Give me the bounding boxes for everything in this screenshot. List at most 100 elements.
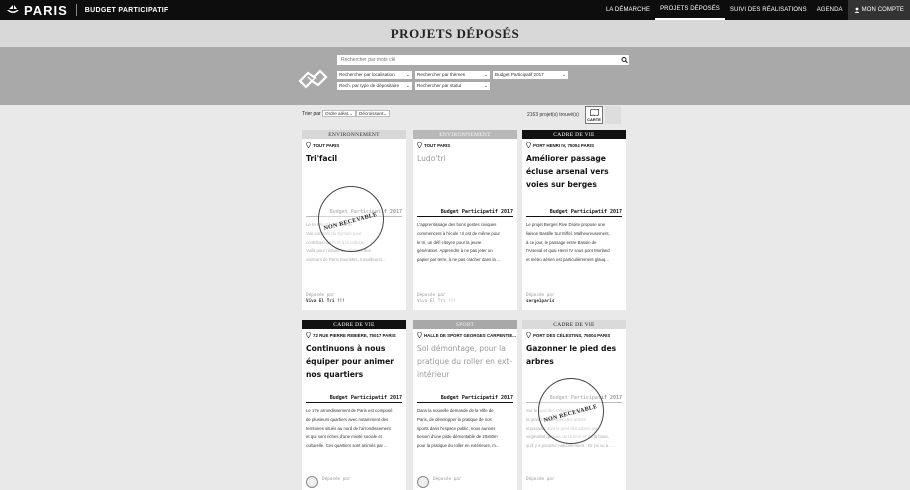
card-description-line: Le 17e arrondissement de Paris est compo… — [306, 408, 393, 413]
card-deposed-label: Déposée par — [526, 477, 555, 482]
results-count: 2163 projet(s) trouvé(s) — [527, 112, 579, 118]
card-location-text: PORT HENRI IV, 75004 PARIS — [533, 142, 595, 148]
nav-agenda[interactable]: AGENDA — [812, 0, 848, 20]
map-view-label: CARTE — [587, 116, 601, 122]
card-location: TOUT PARIS — [302, 139, 406, 148]
card-category: SPORT — [413, 320, 517, 329]
card-deposed: Déposée par — [433, 477, 461, 483]
card-location: TOUT PARIS — [413, 139, 517, 148]
card-category: CADRE DE VIE — [302, 320, 406, 329]
card-location: HALLE DE SPORT GEORGES CARPENTIE... — [413, 329, 517, 338]
card-deposed-label: Déposée par — [433, 477, 462, 482]
non-recevable-stamp: NON RECEVABLE — [538, 378, 604, 444]
card-description-line: liaison Bastille Sur Eiffel. Malheureuse… — [526, 230, 610, 236]
card-description-line: génération. Apprendre à ne pas jeter un — [417, 248, 493, 254]
search-icon[interactable] — [620, 55, 629, 65]
card-deposed-author[interactable]: Viva El Tri !!! — [417, 299, 456, 305]
chevron-down-icon: ⌄ — [405, 72, 410, 78]
nav-mon-compte-label: MON COMPTE — [861, 7, 904, 13]
card-category: CADRE DE VIE — [522, 320, 626, 329]
card-location: PORT DES CÉLESTINS, 75004 PARIS — [522, 329, 626, 338]
avatar[interactable] — [306, 476, 318, 488]
card-description-line: visiteurs de Paris (touristes, travaille… — [306, 257, 386, 263]
location-pin-icon — [306, 332, 311, 338]
card-title[interactable]: Ludo'tri — [413, 148, 517, 165]
sort-direction-value: Décroissant — [359, 111, 384, 116]
page-title: PROJETS DÉPOSÉS — [390, 25, 520, 41]
card-title[interactable]: Améliorer passage écluse arsenal vers vo… — [522, 148, 626, 191]
paris-logo[interactable]: PARIS — [0, 0, 68, 20]
card-deposed: Déposée par Viva El Tri !!! — [306, 293, 345, 305]
nav-la-demarche[interactable]: LA DÉMARCHE — [601, 0, 655, 20]
card-title[interactable]: Continuons à nous équiper pour animer no… — [302, 338, 406, 381]
filter-depositaire-label: Rech. par type de dépositaire — [339, 83, 400, 88]
map-view-button[interactable]: CARTE — [585, 106, 603, 124]
project-card[interactable]: CADRE DE VIE PORT HENRI IV, 75004 PARIS … — [522, 130, 626, 310]
filter-statut[interactable]: Rechercher par statut ⌄ — [415, 82, 490, 90]
card-deposed: Déposée par — [322, 477, 350, 483]
card-description-line: L'apprentissage des bons gestes civiques — [417, 222, 497, 227]
card-description-line: pour la pratique du roller en extérieure… — [417, 443, 500, 449]
card-description: Le projet Berges Rive Droite propose une… — [526, 221, 622, 265]
card-deposed-author[interactable]: serge1paris — [526, 299, 554, 305]
location-pin-icon — [526, 332, 531, 338]
nav-projets-deposes[interactable]: PROJETS DÉPOSÉS — [655, 0, 725, 20]
search-input[interactable] — [337, 55, 629, 65]
site-name[interactable]: BUDGET PARTICIPATIF — [85, 7, 169, 14]
card-title[interactable]: Tri'facil — [302, 148, 406, 165]
card-category: CADRE DE VIE — [522, 130, 626, 139]
card-description-line: à ce jour, le passage entre Bassin de — [526, 239, 597, 245]
card-description-line: Paris, de développer la pratique de nos — [417, 416, 492, 422]
stamp-text: NON RECEVABLE — [543, 403, 599, 425]
location-pin-icon — [417, 142, 422, 148]
card-description: Le 17e arrondissement de Paris est compo… — [306, 407, 402, 451]
card-description-line: l'Arsenal et quai Henri IV sous pont Mor… — [526, 248, 610, 254]
card-budget: Budget Participatif 2017 — [417, 209, 513, 217]
chevron-down-icon: ⌄ — [483, 83, 488, 89]
card-location-text: 72 RUE PIERRE REBIÈRE, 75017 PARIS — [313, 332, 396, 338]
project-card[interactable]: CADRE DE VIE 72 RUE PIERRE REBIÈRE, 7501… — [302, 320, 406, 490]
sort-order-select[interactable]: Ordre aléat.⌄ — [322, 110, 357, 117]
location-pin-icon — [306, 142, 311, 148]
sort-direction-select[interactable]: Décroissant⌄ — [356, 110, 391, 117]
budget-participatif-logo-icon — [298, 69, 328, 89]
card-description: L'apprentissage des bons gestes civiques… — [417, 221, 513, 265]
filter-depositaire[interactable]: Rech. par type de dépositaire ⌄ — [337, 82, 412, 90]
card-location-text: TOUT PARIS — [424, 142, 451, 148]
card-title[interactable]: Gazonner le pied des arbres — [522, 338, 626, 368]
card-category: ENVIRONNEMENT — [413, 130, 517, 139]
card-deposed-author[interactable]: Viva El Tri !!! — [306, 299, 345, 305]
sort-order-value: Ordre aléat. — [325, 111, 350, 116]
avatar[interactable] — [417, 476, 429, 488]
list-view-button[interactable] — [605, 106, 621, 124]
project-card[interactable]: ENVIRONNEMENT TOUT PARIS Tri'facil Budge… — [302, 130, 406, 310]
card-deposed: Déposée par Viva El Tri !!! — [417, 293, 456, 305]
project-card[interactable]: ENVIRONNEMENT TOUT PARIS Ludo'tri Budget… — [413, 130, 517, 310]
filter-localisation[interactable]: Rechercher par localisation ⌄ — [337, 71, 412, 79]
project-card[interactable]: SPORT HALLE DE SPORT GEORGES CARPENTIE..… — [413, 320, 517, 490]
filter-themes[interactable]: Rechercher par thèmes ⌄ — [415, 71, 490, 79]
card-description-line: et qui sont riches d'une mixité sociale … — [306, 434, 382, 440]
card-description-line: le tri, un défi citoyen pour la jeune — [417, 239, 482, 245]
card-location: 72 RUE PIERRE REBIÈRE, 75017 PARIS — [302, 329, 406, 338]
project-card[interactable]: CADRE DE VIE PORT DES CÉLESTINS, 75004 P… — [522, 320, 626, 490]
location-pin-icon — [417, 332, 422, 338]
nav-mon-compte[interactable]: MON COMPTE — [847, 0, 910, 20]
card-title[interactable]: Sol démontage, pour la pratique du rolle… — [413, 338, 517, 381]
filter-budget-year[interactable]: Budget Participatif 2017 ⌄ — [493, 71, 568, 79]
location-pin-icon — [526, 142, 531, 148]
card-deposed: Déposée par serge1paris — [526, 293, 554, 305]
filter-budget-year-label: Budget Participatif 2017 — [495, 72, 544, 77]
card-budget: Budget Participatif 2017 — [526, 209, 622, 217]
map-icon — [589, 108, 599, 116]
card-deposed-label: Déposée par — [322, 477, 351, 482]
logo-text: PARIS — [24, 2, 68, 18]
main-nav: LA DÉMARCHE PROJETS DÉPOSÉS SUIVI DES RÉ… — [601, 0, 910, 20]
nav-suivi-realisations[interactable]: SUIVI DES RÉALISATIONS — [725, 0, 812, 20]
card-location-text: PORT DES CÉLESTINS, 75004 PARIS — [533, 332, 611, 338]
filter-statut-label: Rechercher par statut — [417, 83, 462, 88]
ship-logo-icon — [7, 5, 19, 13]
card-location: PORT HENRI IV, 75004 PARIS — [522, 139, 626, 148]
card-description-line: et métro aérien est particulièrement gla… — [526, 257, 609, 263]
card-budget: Budget Participatif 2017 — [417, 395, 513, 403]
